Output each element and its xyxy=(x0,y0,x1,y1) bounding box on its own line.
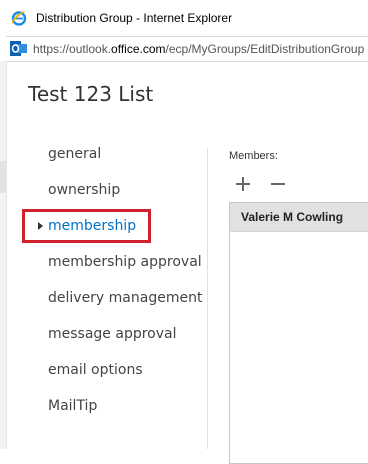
url-path: /ecp/MyGroups/EditDistributionGroup xyxy=(165,42,365,56)
window-title: Distribution Group - Internet Explorer xyxy=(36,11,233,25)
members-label: Members: xyxy=(229,150,278,162)
left-edge-strip xyxy=(0,61,7,449)
internet-explorer-icon xyxy=(11,11,27,26)
left-edge-marker xyxy=(0,161,6,193)
nav-item-ownership[interactable]: ownership xyxy=(48,182,120,198)
content-divider xyxy=(207,148,208,449)
address-bar[interactable]: https://outlook.office.com/ecp/MyGroups/… xyxy=(6,36,368,62)
nav-item-general[interactable]: general xyxy=(48,146,101,162)
nav-item-email-options[interactable]: email options xyxy=(48,362,143,378)
url-prefix: https://outlook. xyxy=(33,42,112,56)
nav-item-delivery-management[interactable]: delivery management xyxy=(48,290,202,306)
outlook-icon xyxy=(10,41,27,56)
url-host: office.com xyxy=(111,42,166,56)
nav-item-message-approval[interactable]: message approval xyxy=(48,326,177,342)
minus-icon xyxy=(271,183,285,185)
plus-icon xyxy=(236,177,250,191)
add-member-button[interactable] xyxy=(233,174,253,194)
member-row[interactable]: Valerie M Cowling xyxy=(230,203,368,232)
url-text[interactable]: https://outlook.office.com/ecp/MyGroups/… xyxy=(33,42,364,56)
window-title-bar: Distribution Group - Internet Explorer xyxy=(0,0,368,36)
members-list: Valerie M Cowling xyxy=(229,202,368,464)
nav-item-membership-approval[interactable]: membership approval xyxy=(48,254,202,270)
highlight-annotation-box xyxy=(22,209,151,243)
remove-member-button[interactable] xyxy=(268,174,288,194)
page-title: Test 123 List xyxy=(28,82,154,106)
nav-item-mailtip[interactable]: MailTip xyxy=(48,398,97,414)
